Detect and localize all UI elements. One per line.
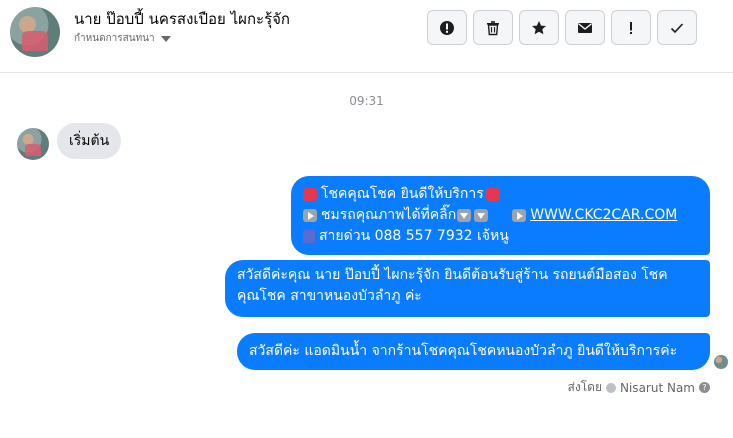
alert-circle-icon — [440, 20, 454, 35]
sender-avatar — [17, 128, 49, 160]
assign-conversation-dropdown[interactable]: กำหนดการสนทนา — [74, 31, 171, 46]
check-icon — [670, 22, 684, 33]
incoming-message[interactable]: เริ่มต้น — [57, 123, 122, 159]
help-icon[interactable]: ? — [699, 382, 710, 393]
play-emoji-icon — [512, 209, 527, 222]
play-emoji-icon — [303, 209, 317, 222]
outgoing-message[interactable]: โชคคุณโชค ยินดีให้บริการ ชมรถคุณภาพได้ที… — [291, 176, 710, 255]
message-text: สายด่วน 088 557 7932 เจ้หนู — [319, 228, 509, 244]
page-icon — [606, 382, 616, 393]
mark-done-button[interactable] — [657, 10, 697, 45]
website-link[interactable]: WWW.CKC2CAR.COM — [530, 205, 677, 226]
trash-icon — [487, 20, 499, 35]
envelope-icon — [578, 22, 592, 33]
sent-by-name: Nisarut Nam — [620, 380, 695, 395]
conversation-header: นาย ป๊อบปี้ นครสงเปือย ไผกะรุ้จัก กำหนดก… — [0, 0, 733, 73]
follow-up-button[interactable] — [611, 10, 651, 45]
down-arrow-emoji-icon — [474, 209, 489, 222]
mark-unread-button[interactable] — [565, 10, 605, 45]
message-text: โชคคุณโชค ยินดีให้บริการ — [321, 186, 484, 202]
delete-button[interactable] — [473, 10, 513, 45]
seen-indicator-avatar — [714, 355, 728, 369]
star-button[interactable] — [519, 10, 559, 45]
mobile-phone-emoji-icon — [303, 230, 315, 243]
heart-emoji-icon — [303, 188, 317, 201]
sent-by-prefix: ส่งโดย — [567, 380, 602, 394]
message-text: สวัสดีค่ะคุณ นาย ป๊อบปี้ ไผกะรุ้จัก ยินด… — [237, 267, 668, 283]
mark-spam-button[interactable] — [427, 10, 467, 45]
heart-emoji-icon — [485, 188, 500, 201]
outgoing-message[interactable]: สวัสดีค่ะคุณ นาย ป๊อบปี้ ไผกะรุ้จัก ยินด… — [225, 260, 710, 317]
message-text: ชมรถคุณภาพได้ที่คลิ๊ก — [321, 207, 457, 223]
chevron-down-icon — [160, 35, 171, 42]
contact-avatar[interactable] — [10, 7, 60, 57]
star-icon — [532, 20, 546, 34]
assign-label: กำหนดการสนทนา — [74, 33, 155, 44]
conversation-actions — [427, 10, 697, 45]
sent-by-label: ส่งโดย Nisarut Nam ? — [568, 378, 710, 397]
contact-name[interactable]: นาย ป๊อบปี้ นครสงเปือย ไผกะรุ้จัก — [74, 7, 290, 31]
outgoing-message[interactable]: สวัสดีค่ะ แอดมินน้ำ จากร้านโชคคุณโชคหนอง… — [237, 333, 710, 370]
exclamation-icon — [630, 21, 632, 34]
down-arrow-emoji-icon — [457, 209, 472, 222]
message-text: คุณโชค สาขาหนองบัวลำภู ค่ะ — [237, 288, 422, 304]
message-timestamp: 09:31 — [349, 94, 384, 108]
